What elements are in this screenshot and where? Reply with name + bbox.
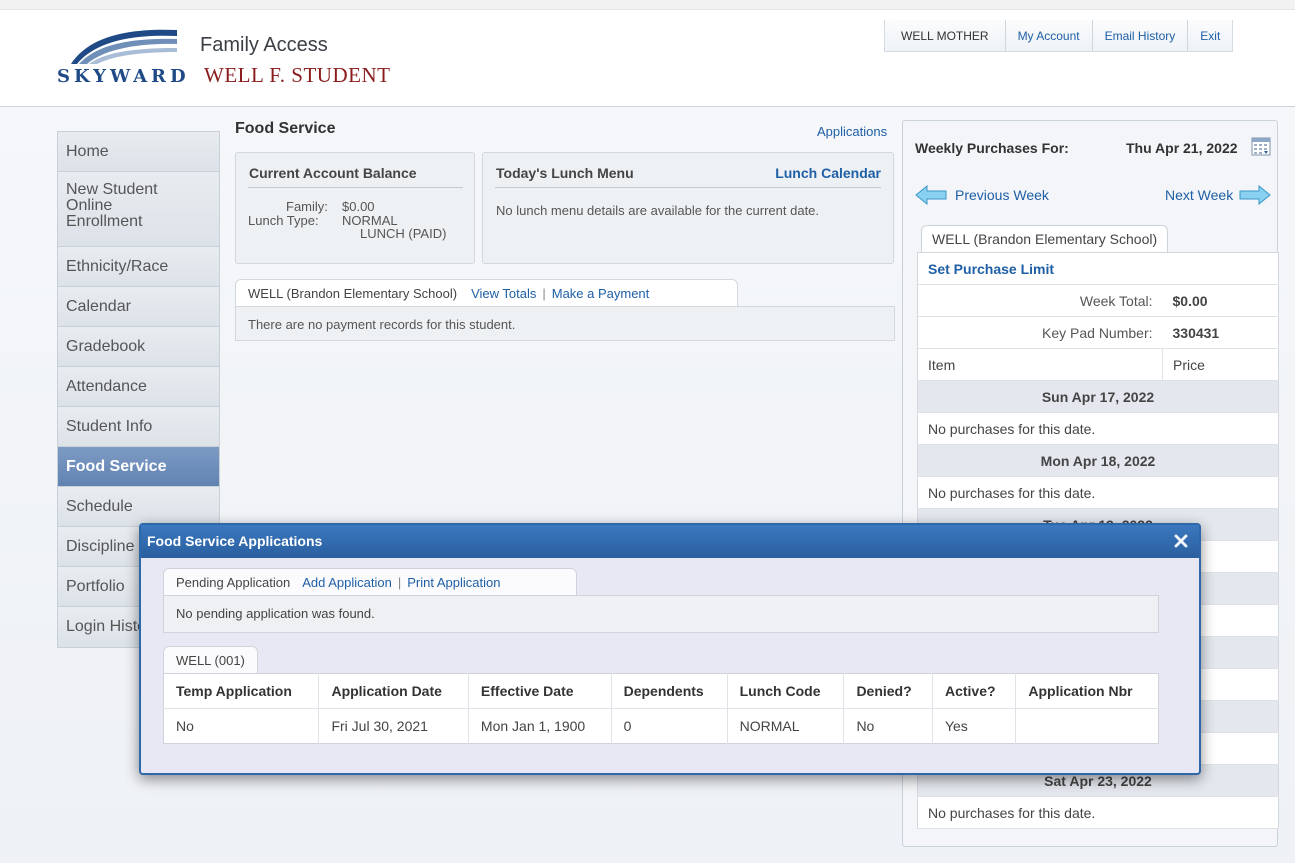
lunch-type-label: Lunch Type:: [248, 213, 319, 228]
sidebar-item-ethnicity-race[interactable]: Ethnicity/Race: [58, 247, 219, 287]
table-cell: NORMAL: [726, 708, 844, 744]
lunch-calendar-link[interactable]: Lunch Calendar: [775, 165, 881, 181]
logo-text: SKYWARD: [57, 66, 190, 87]
header: SKYWARD Family Access WELL F. STUDENT WE…: [0, 10, 1295, 107]
separator: |: [542, 286, 546, 301]
week-total-value: $0.00: [1162, 284, 1279, 317]
account-balance-title: Current Account Balance: [249, 165, 417, 181]
table-cell: 0: [610, 708, 728, 744]
table-header-row: Temp Application Application Date Effect…: [163, 673, 1159, 709]
application-tab-bar: Pending Application Add Application | Pr…: [163, 568, 577, 596]
user-name: WELL MOTHER: [901, 28, 989, 43]
table-cell: No: [176, 718, 194, 734]
family-balance-value: $0.00: [342, 199, 375, 214]
divider: [495, 187, 881, 188]
lunch-type-value-cont: LUNCH (PAID): [360, 226, 447, 241]
sidebar-item-student-info[interactable]: Student Info: [58, 407, 219, 447]
add-application-link[interactable]: Add Application: [302, 575, 392, 590]
week-total-label: Week Total:: [917, 284, 1163, 317]
pending-application-message: No pending application was found.: [176, 606, 375, 621]
sidebar-item-calendar[interactable]: Calendar: [58, 287, 219, 327]
day-date-row: Sun Apr 17, 2022: [917, 380, 1279, 413]
dialog-title: Food Service Applications: [147, 533, 323, 549]
close-icon[interactable]: [1173, 533, 1189, 549]
sidebar-item-food-service[interactable]: Food Service: [58, 447, 219, 487]
left-arrow-icon: [915, 185, 947, 205]
keypad-value: 330431: [1162, 316, 1279, 349]
browser-top-strip: [0, 0, 1295, 10]
my-account-link[interactable]: My Account: [1004, 19, 1092, 52]
pending-application-box: No pending application was found.: [163, 595, 1159, 633]
sidebar-item-label: New Student Online Enrollment: [66, 181, 158, 230]
table-cell: Fri Jul 30, 2021: [318, 708, 469, 744]
sidebar-item-home[interactable]: Home: [58, 132, 219, 172]
day-message: No purchases for this date.: [917, 412, 1279, 445]
print-application-link[interactable]: Print Application: [407, 575, 500, 590]
view-totals-link[interactable]: View Totals: [471, 286, 536, 301]
lunch-menu-message: No lunch menu details are available for …: [496, 203, 820, 218]
right-arrow-icon: [1239, 185, 1272, 205]
skyward-logo: SKYWARD: [57, 26, 189, 90]
email-history-link[interactable]: Email History: [1091, 19, 1188, 52]
previous-week-label: Previous Week: [955, 187, 1049, 203]
table-cell: Yes: [931, 708, 1016, 744]
dialog-title-bar[interactable]: Food Service Applications: [141, 525, 1199, 558]
account-balance-panel: Current Account Balance Family: $0.00 Lu…: [235, 152, 475, 264]
sidebar-item-schedule[interactable]: Schedule: [58, 487, 219, 527]
page-title: Food Service: [235, 120, 336, 137]
sidebar-item-attendance[interactable]: Attendance: [58, 367, 219, 407]
keypad-label: Key Pad Number:: [917, 316, 1163, 349]
column-header: Effective Date: [467, 673, 612, 709]
food-service-applications-dialog: Food Service Applications Pending Applic…: [139, 523, 1201, 775]
column-header: Application Date: [318, 673, 469, 709]
divider: [248, 187, 463, 188]
lunch-menu-panel: Today's Lunch Menu Lunch Calendar No lun…: [482, 152, 894, 264]
exit-link[interactable]: Exit: [1187, 19, 1232, 52]
column-header: Active?: [931, 673, 1016, 709]
column-header: Temp Application: [163, 673, 319, 709]
weekly-purchases-heading: Weekly Purchases For:: [915, 140, 1069, 156]
next-week-label: Next Week: [1165, 187, 1234, 203]
column-header: Application Nbr: [1015, 673, 1159, 709]
day-message: No purchases for this date.: [917, 796, 1279, 829]
column-header: Lunch Code: [726, 673, 844, 709]
payment-records-box: There are no payment records for this st…: [235, 306, 895, 341]
table-cell: [1015, 708, 1159, 744]
day-message: No purchases for this date.: [917, 476, 1279, 509]
table-row[interactable]: No Fri Jul 30, 2021 Mon Jan 1, 1900 0 NO…: [164, 708, 1159, 744]
table-cell: No: [843, 708, 933, 744]
payment-tab: WELL (Brandon Elementary School) View To…: [235, 279, 738, 307]
next-week-link[interactable]: Next Week: [1165, 185, 1272, 205]
calendar-icon[interactable]: [1251, 136, 1271, 156]
user-menu: WELL MOTHER My Account Email History Exi…: [884, 19, 1234, 52]
student-name[interactable]: WELL F. STUDENT: [204, 63, 390, 88]
sidebar-item-new-student-online-enrollment[interactable]: New Student Online Enrollment: [58, 172, 219, 247]
table-cell: Mon Jan 1, 1900: [467, 708, 612, 744]
day-date-row: Mon Apr 18, 2022: [917, 444, 1279, 477]
previous-week-link[interactable]: Previous Week: [915, 185, 1049, 205]
column-header: Dependents: [610, 673, 728, 709]
lunch-menu-title: Today's Lunch Menu: [496, 165, 634, 181]
column-header-item: Item: [917, 348, 1163, 381]
family-label: Family:: [286, 199, 328, 214]
column-header-price: Price: [1162, 348, 1279, 381]
pending-application-tab[interactable]: Pending Application: [176, 575, 290, 590]
column-header: Denied?: [843, 673, 933, 709]
applications-link[interactable]: Applications: [817, 124, 887, 139]
payment-records-message: There are no payment records for this st…: [248, 317, 516, 332]
applications-table: Temp Application Application Date Effect…: [163, 673, 1159, 744]
app-title: Family Access: [200, 34, 328, 56]
set-purchase-limit-link[interactable]: Set Purchase Limit: [928, 261, 1054, 277]
logo-swoosh-icon: [71, 29, 177, 64]
student-tab[interactable]: WELL (001): [163, 646, 258, 674]
weekly-purchases-date: Thu Apr 21, 2022: [1126, 140, 1238, 156]
make-payment-link[interactable]: Make a Payment: [552, 286, 650, 301]
separator: |: [397, 575, 402, 590]
sidebar-item-gradebook[interactable]: Gradebook: [58, 327, 219, 367]
payment-school-tab[interactable]: WELL (Brandon Elementary School): [248, 286, 457, 301]
weekly-school-tab[interactable]: WELL (Brandon Elementary School): [921, 225, 1169, 253]
